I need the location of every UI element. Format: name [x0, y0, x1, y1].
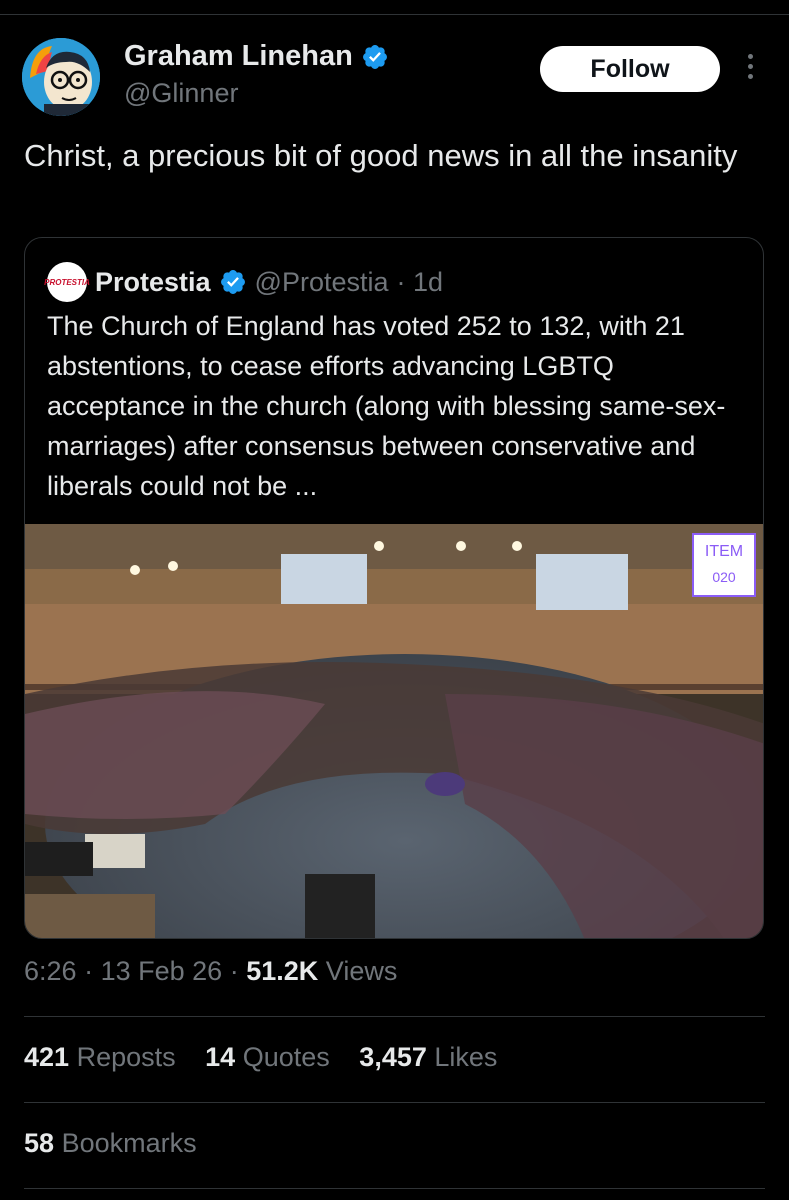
quoted-author-avatar[interactable]: PROTESTIA — [44, 262, 90, 302]
author-handle[interactable]: @Glinner — [124, 78, 238, 109]
more-dot — [747, 64, 753, 69]
bookmarks-stat[interactable]: 58 Bookmarks — [24, 1128, 197, 1159]
quoted-tweet-header: PROTESTIA Protestia @Protestia · 1d — [44, 262, 444, 302]
follow-button[interactable]: Follow — [540, 46, 720, 92]
likes-stat[interactable]: 3,457 Likes — [359, 1042, 497, 1072]
item-sign-label: ITEM — [705, 543, 743, 560]
quoted-tweet-text: The Church of England has voted 252 to 1… — [47, 311, 726, 501]
quoted-tweet[interactable]: PROTESTIA Protestia @Protestia · 1d The … — [24, 237, 764, 939]
engagement-stats: 421 Reposts 14 Quotes 3,457 Likes — [24, 1042, 519, 1073]
quoted-author-handle[interactable]: @Protestia — [255, 267, 389, 298]
author-name[interactable]: Graham Linehan — [124, 40, 353, 73]
quoted-tweet-time: · 1d — [396, 266, 444, 297]
tweet-date[interactable]: 13 Feb 26 — [101, 956, 223, 986]
author-name-row: Graham Linehan — [124, 40, 389, 73]
more-dot — [747, 54, 753, 59]
likes-count: 3,457 — [359, 1042, 427, 1072]
item-sign-number: 020 — [712, 569, 736, 585]
more-dot — [747, 74, 753, 79]
reposts-count: 421 — [24, 1042, 70, 1072]
quotes-label: Quotes — [242, 1042, 330, 1072]
quotes-count: 14 — [205, 1042, 236, 1072]
meta-separator: · — [84, 956, 94, 986]
tweet-text: Christ, a precious bit of good news in a… — [24, 138, 738, 173]
bookmarks-count: 58 — [24, 1128, 55, 1158]
likes-label: Likes — [434, 1042, 498, 1072]
more-options-icon[interactable] — [740, 54, 760, 84]
verified-badge-icon — [362, 44, 387, 69]
meta-separator: · — [229, 956, 239, 986]
divider — [24, 1102, 765, 1103]
views-count: 51.2K — [246, 956, 319, 986]
bookmarks-label: Bookmarks — [61, 1128, 197, 1158]
synod-hall-photo[interactable]: ITEM 020 — [25, 524, 764, 939]
quoted-author-logo-text: PROTESTIA — [44, 277, 90, 287]
quotes-stat[interactable]: 14 Quotes — [205, 1042, 330, 1072]
author-avatar[interactable] — [22, 38, 100, 116]
reposts-label: Reposts — [76, 1042, 176, 1072]
reposts-stat[interactable]: 421 Reposts — [24, 1042, 176, 1072]
views-label: Views — [325, 956, 398, 986]
verified-badge-icon — [220, 270, 245, 294]
cartoon-avatar-image — [22, 38, 100, 116]
tweet-time[interactable]: 6:26 — [24, 956, 77, 986]
top-divider — [0, 14, 789, 15]
divider — [24, 1016, 765, 1017]
divider — [24, 1188, 765, 1189]
quoted-author-name[interactable]: Protestia — [95, 267, 211, 298]
tweet-meta: 6:26 · 13 Feb 26 · 51.2K Views — [24, 956, 397, 987]
